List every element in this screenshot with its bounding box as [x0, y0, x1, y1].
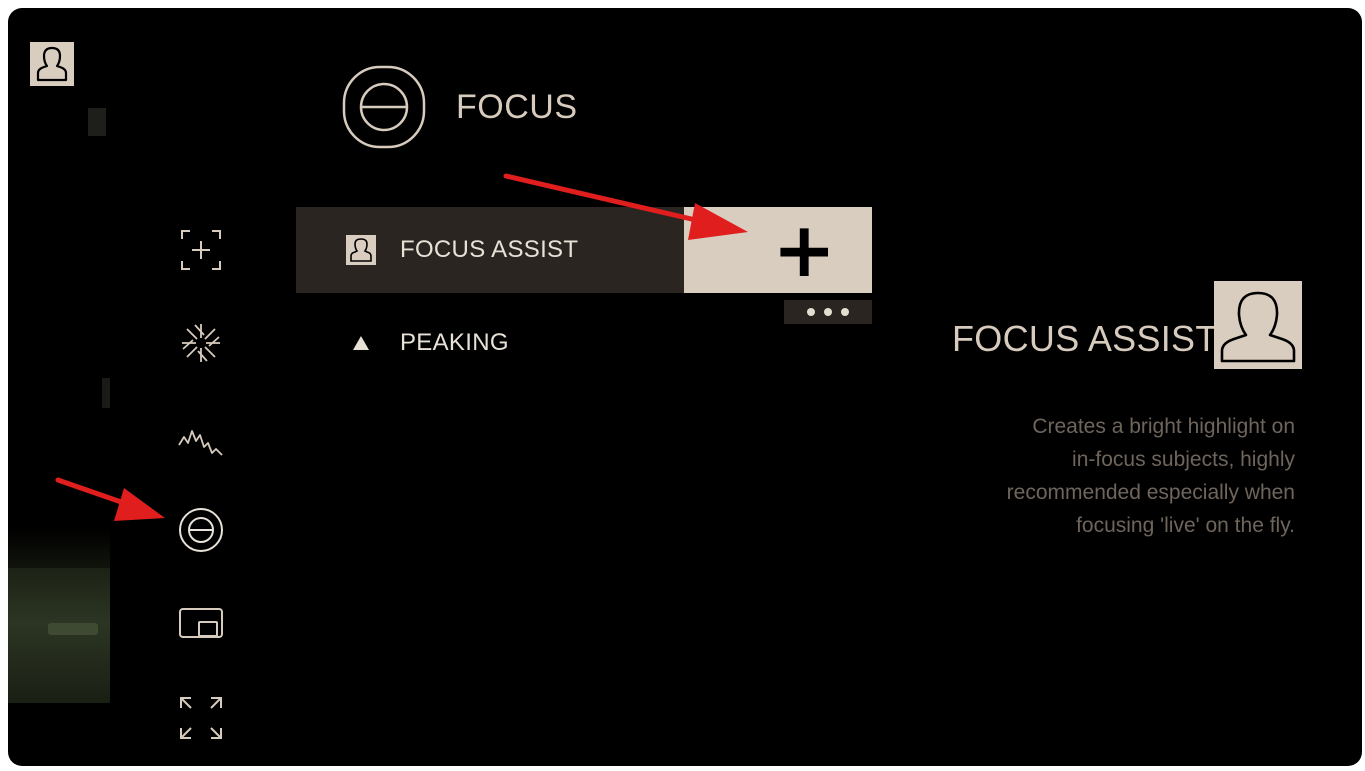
description-line: recommended especially when — [1006, 481, 1295, 504]
description-line: Creates a bright highlight on — [1032, 415, 1295, 438]
sidebar-fullscreen-button[interactable] — [173, 690, 229, 746]
page-header: FOCUS — [338, 63, 578, 151]
plus-icon: + — [772, 205, 836, 294]
picture-in-picture-icon — [179, 608, 223, 638]
user-profile-icon — [36, 46, 68, 82]
user-icon — [1214, 281, 1302, 369]
page-title: FOCUS — [456, 87, 578, 126]
add-button[interactable]: + — [684, 207, 872, 293]
focus-icon — [342, 65, 426, 149]
sidebar-waveform-button[interactable] — [173, 411, 229, 467]
focus-icon — [179, 508, 223, 552]
description-line: in-focus subjects, highly — [1072, 448, 1295, 471]
menu-item-peaking[interactable]: PEAKING — [296, 303, 872, 383]
detail-title: FOCUS ASSIST — [952, 318, 1218, 359]
sidebar-focus-button[interactable] — [173, 502, 229, 558]
menu-item-label: PEAKING — [400, 329, 509, 356]
description-line: focusing 'live' on the fly. — [1076, 514, 1295, 537]
sidebar-picture-in-picture-button[interactable] — [173, 596, 229, 652]
menu-item-label: FOCUS ASSIST — [400, 236, 579, 263]
fullscreen-icon — [180, 697, 222, 739]
triangle-icon — [346, 328, 376, 358]
sidebar-crosshair-plus-button[interactable] — [173, 222, 229, 278]
aperture-icon — [182, 324, 220, 362]
sidebar-aperture-button[interactable] — [173, 315, 229, 371]
crosshair-plus-icon — [181, 230, 221, 270]
waveform-icon — [178, 430, 223, 456]
user-profile-button[interactable] — [30, 42, 74, 86]
focus-menu-screen: FOCUS FOCUS ASSIST + PEAKING FOCUS ASSIS… — [8, 8, 1362, 766]
user-icon — [346, 235, 376, 265]
camera-feed-background — [8, 8, 110, 766]
detail-description: Creates a bright highlight on in-focus s… — [948, 410, 1295, 542]
